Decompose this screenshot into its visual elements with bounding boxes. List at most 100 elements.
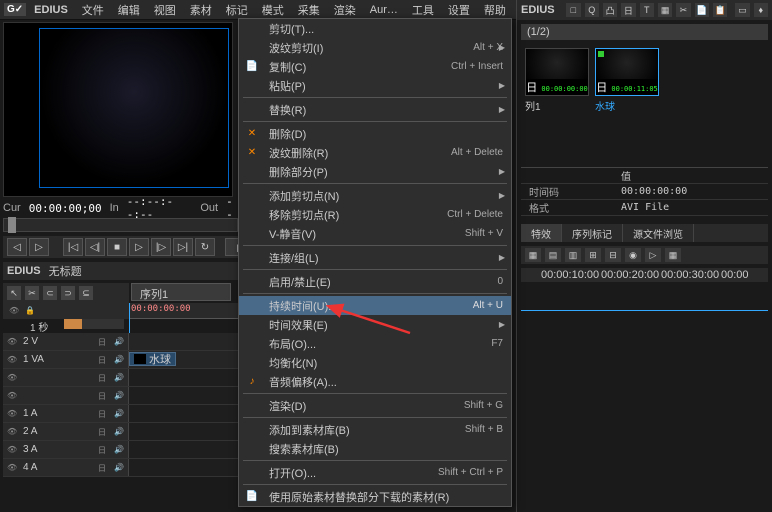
menu-mark[interactable]: 标记: [220, 0, 254, 20]
eye-icon[interactable]: 👁: [9, 306, 19, 316]
output-icon[interactable]: 日: [98, 391, 108, 401]
sequence-tab[interactable]: 序列1: [131, 283, 231, 301]
menu-item[interactable]: 启用/禁止(E)0: [239, 272, 511, 291]
track-header[interactable]: 👁3 A日🔊: [3, 441, 129, 458]
menu-item[interactable]: 打开(O)...Shift + Ctrl + P: [239, 463, 511, 482]
menu-item[interactable]: 替换(R)▶: [239, 100, 511, 119]
speaker-icon[interactable]: 🔊: [114, 463, 124, 473]
track-header[interactable]: 👁日🔊: [3, 369, 129, 386]
output-icon[interactable]: 日: [98, 427, 108, 437]
menu-item[interactable]: 📄复制(C)Ctrl + Insert: [239, 57, 511, 76]
rt-icon-3[interactable]: ▥: [565, 248, 581, 262]
eye-icon[interactable]: 👁: [7, 445, 17, 455]
loop-button[interactable]: ↻: [195, 238, 215, 256]
menu-render[interactable]: 渲染: [328, 0, 362, 20]
track-header[interactable]: 👁1 A日🔊: [3, 405, 129, 422]
step-back-button[interactable]: ◁|: [85, 238, 105, 256]
r-min-icon[interactable]: ▭: [735, 3, 749, 17]
tool-snap-icon[interactable]: ⊃: [61, 286, 75, 300]
prev-button[interactable]: ◁: [7, 238, 27, 256]
tool-select-icon[interactable]: ↖: [7, 286, 21, 300]
lock-icon[interactable]: 🔒: [25, 306, 35, 316]
r-copy-icon[interactable]: 📄: [695, 3, 709, 17]
track-header[interactable]: 👁2 A日🔊: [3, 423, 129, 440]
r-icon-1[interactable]: □: [566, 3, 580, 17]
onesec-label[interactable]: 1 秒: [30, 319, 48, 334]
rt-icon-5[interactable]: ⊟: [605, 248, 621, 262]
menu-item[interactable]: 粘贴(P)▶: [239, 76, 511, 95]
eye-icon[interactable]: 👁: [7, 391, 17, 401]
right-tab[interactable]: 特效: [521, 224, 562, 242]
next-button[interactable]: ▷: [29, 238, 49, 256]
speaker-icon[interactable]: 🔊: [114, 445, 124, 455]
eye-icon[interactable]: 👁: [7, 337, 17, 347]
menu-clip[interactable]: 素材: [184, 0, 218, 20]
r-icon-5[interactable]: T: [640, 3, 654, 17]
r-paste-icon[interactable]: 📋: [713, 3, 727, 17]
menu-item[interactable]: 添加到素材库(B)Shift + B: [239, 420, 511, 439]
r-icon-3[interactable]: 凸: [603, 3, 617, 17]
r-icon-6[interactable]: ▦: [658, 3, 672, 17]
tool-magnet-icon[interactable]: ⊆: [79, 286, 93, 300]
tool-link-icon[interactable]: ⊂: [43, 286, 57, 300]
menu-capture[interactable]: 采集: [292, 0, 326, 20]
speaker-icon[interactable]: 🔊: [114, 355, 124, 365]
menu-item[interactable]: 添加剪切点(N)▶: [239, 186, 511, 205]
track-header[interactable]: 👁4 A日🔊: [3, 459, 129, 476]
menu-item[interactable]: 渲染(D)Shift + G: [239, 396, 511, 415]
menu-item[interactable]: 剪切(T)...: [239, 19, 511, 38]
goto-end-button[interactable]: ▷|: [173, 238, 193, 256]
speaker-icon[interactable]: 🔊: [114, 337, 124, 347]
speaker-icon[interactable]: 🔊: [114, 373, 124, 383]
tool-cut-icon[interactable]: ✂: [25, 286, 39, 300]
r-icon-2[interactable]: Q: [585, 3, 599, 17]
rt-icon-4[interactable]: ⊞: [585, 248, 601, 262]
bin-item[interactable]: 日 00:00:11:05水球: [595, 48, 659, 115]
step-fwd-button[interactable]: |▷: [151, 238, 171, 256]
rt-play-icon[interactable]: ▷: [645, 248, 661, 262]
menu-mode[interactable]: 模式: [256, 0, 290, 20]
menu-edit[interactable]: 编辑: [112, 0, 146, 20]
menu-tools[interactable]: 工具: [406, 0, 440, 20]
rt-icon-6[interactable]: ◉: [625, 248, 641, 262]
preview-frame[interactable]: [39, 28, 229, 188]
eye-icon[interactable]: 👁: [7, 409, 17, 419]
speaker-icon[interactable]: 🔊: [114, 409, 124, 419]
right-tab[interactable]: 序列标记: [562, 224, 623, 242]
menu-item[interactable]: 时间效果(E)▶: [239, 315, 511, 334]
eye-icon[interactable]: 👁: [7, 463, 17, 473]
eye-icon[interactable]: 👁: [7, 355, 17, 365]
menu-item[interactable]: 删除部分(P)▶: [239, 162, 511, 181]
zoom-slider[interactable]: [64, 319, 124, 329]
menu-view[interactable]: 视图: [148, 0, 182, 20]
menu-item[interactable]: 波纹剪切(I)Alt + X▶: [239, 38, 511, 57]
menu-item[interactable]: ✕删除(D): [239, 124, 511, 143]
right-ruler[interactable]: 00:00:10:0000:00:20:0000:00:30:0000:00: [521, 268, 768, 282]
menu-item[interactable]: 连接/组(L)▶: [239, 248, 511, 267]
scrubber[interactable]: [3, 218, 238, 232]
r-close-icon[interactable]: ♦: [754, 3, 768, 17]
track-header[interactable]: 👁2 V日🔊: [3, 333, 129, 350]
track-header[interactable]: 👁1 VA日🔊: [3, 351, 129, 368]
output-icon[interactable]: 日: [98, 409, 108, 419]
clip[interactable]: 水球: [129, 352, 176, 366]
stop-button[interactable]: ■: [107, 238, 127, 256]
rt-icon-1[interactable]: ▦: [525, 248, 541, 262]
menu-aur[interactable]: Aur…: [364, 2, 404, 18]
menu-help[interactable]: 帮助: [478, 0, 512, 20]
rt-icon-8[interactable]: ▦: [665, 248, 681, 262]
play-button[interactable]: ▷: [129, 238, 149, 256]
output-icon[interactable]: 日: [98, 337, 108, 347]
menu-item[interactable]: 搜索素材库(B): [239, 439, 511, 458]
menu-item[interactable]: ✕波纹删除(R)Alt + Delete: [239, 143, 511, 162]
track-header[interactable]: 👁日🔊: [3, 387, 129, 404]
menu-item[interactable]: 布局(O)...F7: [239, 334, 511, 353]
menu-file[interactable]: 文件: [76, 0, 110, 20]
r-icon-4[interactable]: 日: [621, 3, 635, 17]
r-scissors-icon[interactable]: ✂: [676, 3, 690, 17]
output-icon[interactable]: 日: [98, 463, 108, 473]
output-icon[interactable]: 日: [98, 445, 108, 455]
goto-start-button[interactable]: |◁: [63, 238, 83, 256]
output-icon[interactable]: 日: [98, 355, 108, 365]
menu-item[interactable]: 持续时间(U)...Alt + U: [239, 296, 511, 315]
